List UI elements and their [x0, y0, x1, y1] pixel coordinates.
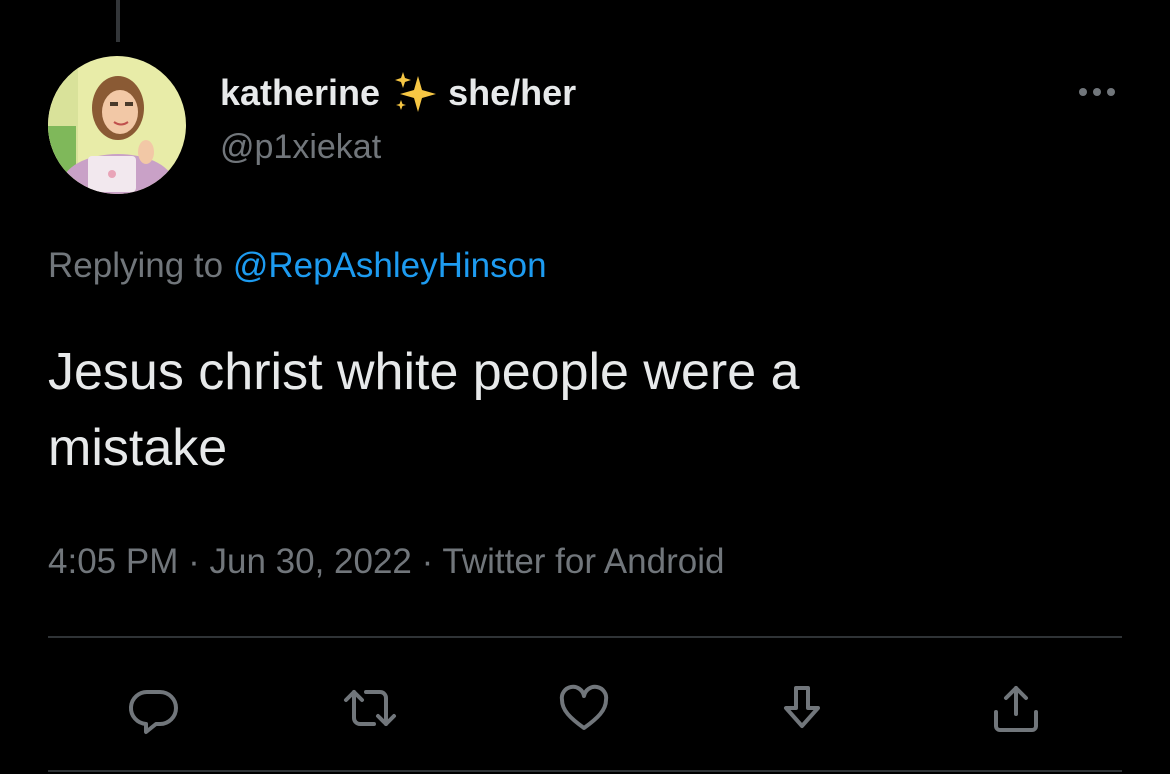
like-icon: [559, 684, 609, 730]
display-name: katherine: [220, 72, 381, 113]
thread-connector-line: [116, 0, 120, 42]
reply-icon: [129, 689, 178, 734]
tweet-text-line-2: mistake: [48, 419, 228, 477]
display-name-row[interactable]: katherine she/her: [220, 70, 576, 116]
tweet-text-line-1: Jesus christ white people were a: [48, 343, 800, 401]
tweet-text: Jesus christ white people were a mistake: [48, 334, 1128, 486]
bottom-divider: [48, 770, 1122, 772]
more-options-button[interactable]: [1072, 74, 1122, 110]
share-button[interactable]: [986, 678, 1046, 738]
reply-button[interactable]: [124, 678, 184, 738]
reply-mention-link[interactable]: @RepAshleyHinson: [233, 246, 547, 285]
tweet-source[interactable]: Twitter for Android: [442, 542, 724, 581]
download-arrow-icon: [784, 686, 820, 728]
meta-separator: ·: [188, 542, 200, 581]
avatar[interactable]: [48, 56, 186, 194]
tweet-time[interactable]: 4:05 PM: [48, 542, 178, 581]
tweet-meta: 4:05 PM · Jun 30, 2022 · Twitter for And…: [48, 542, 724, 582]
avatar-image: [48, 56, 186, 194]
pronouns: she/her: [448, 72, 577, 113]
sparkles-icon: [392, 70, 438, 116]
user-handle[interactable]: @p1xiekat: [220, 128, 381, 167]
retweet-button[interactable]: [340, 678, 400, 738]
bookmark-download-button[interactable]: [772, 678, 832, 738]
replying-to: Replying to @RepAshleyHinson: [48, 246, 547, 286]
meta-separator: ·: [421, 542, 434, 581]
share-icon: [994, 686, 1038, 732]
replying-prefix: Replying to: [48, 246, 224, 285]
divider: [48, 636, 1122, 638]
tweet-date[interactable]: Jun 30, 2022: [209, 542, 411, 581]
more-horizontal-icon: [1079, 88, 1115, 96]
like-button[interactable]: [554, 678, 614, 738]
retweet-icon: [344, 690, 396, 726]
